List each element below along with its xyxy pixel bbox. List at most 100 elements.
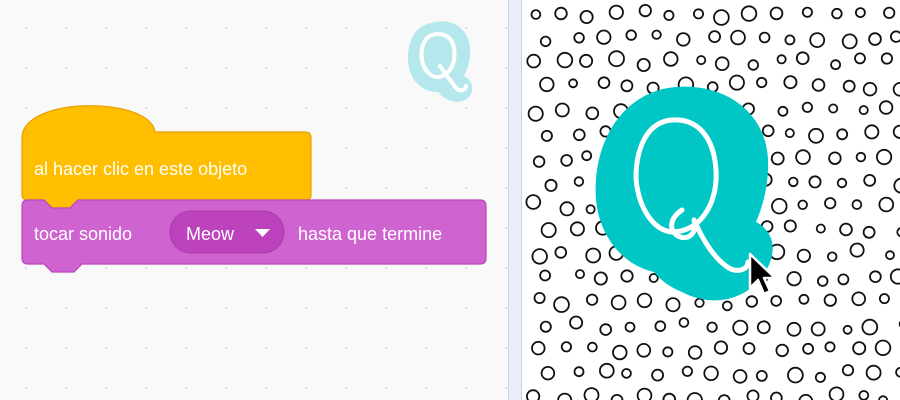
backdrop-dot (883, 6, 896, 19)
backdrop-dot (608, 50, 625, 68)
backdrop-dot (585, 106, 600, 121)
backdrop-dot (770, 391, 783, 400)
stage[interactable] (522, 0, 900, 400)
backdrop-dot (730, 29, 746, 46)
backdrop-dot (681, 365, 693, 377)
backdrop-dot (851, 291, 867, 307)
backdrop-dot (817, 275, 829, 287)
backdrop-dot (581, 150, 593, 162)
backdrop-dot (539, 35, 552, 48)
backdrop-dot (890, 30, 900, 43)
backdrop-dot (654, 320, 667, 333)
backdrop-dot (687, 345, 703, 360)
backdrop-dot (771, 197, 788, 215)
backdrop-dot (608, 4, 624, 20)
backdrop-dot (531, 341, 546, 356)
backdrop-dot (815, 223, 826, 234)
backdrop-dot (526, 389, 541, 400)
backdrop-dot (878, 395, 889, 400)
backdrop-dot (651, 29, 662, 40)
backdrop-dot (620, 79, 634, 93)
play-sound-until-done-block[interactable]: tocar sonido Meow hasta que termine (21, 199, 487, 273)
backdrop-dot (836, 128, 849, 141)
backdrop-dot (554, 102, 570, 118)
backdrop-dot (593, 271, 608, 286)
backdrop-dot (889, 268, 900, 285)
arrow-pointer-icon (748, 252, 777, 296)
backdrop-dot (878, 196, 895, 213)
sound-dropdown[interactable]: Meow (169, 210, 285, 254)
backdrop-dot (732, 319, 749, 336)
backdrop-dot (610, 394, 624, 400)
backdrop-dot (621, 368, 632, 379)
backdrop-dot (761, 124, 775, 138)
backdrop-dot (703, 365, 719, 382)
backdrop-dot (828, 386, 845, 400)
backdrop-dot (573, 176, 585, 187)
backdrop-dot (839, 222, 853, 237)
backdrop-dot (575, 269, 586, 280)
backdrop-dot (706, 321, 718, 333)
backdrop-dot (788, 176, 799, 188)
backdrop-dot (755, 369, 768, 382)
backdrop-dot (798, 394, 814, 400)
backdrop-dot (636, 58, 651, 73)
backdrop-dot (539, 320, 552, 333)
backdrop-dot (854, 52, 866, 65)
backdrop-dot (532, 155, 546, 168)
backdrop-dot (651, 368, 665, 382)
backdrop-dot (786, 271, 802, 287)
backdrop-dot (811, 78, 826, 92)
backdrop-dot (568, 78, 578, 89)
pane-divider[interactable] (508, 0, 522, 400)
backdrop-dot (855, 151, 867, 163)
backdrop-dot (556, 51, 574, 69)
backdrop-dot (851, 199, 863, 210)
backdrop-dot (742, 342, 756, 355)
backdrop-dot (776, 54, 787, 65)
backdrop-dot (885, 250, 895, 261)
backdrop-dot (787, 366, 804, 384)
stage-canvas (525, 4, 900, 400)
backdrop-dot (801, 6, 813, 18)
backdrop-dot (573, 32, 585, 44)
backdrop-dot (610, 294, 627, 311)
backdrop-dot (828, 151, 842, 165)
backdrop-dot (795, 51, 810, 65)
backdrop-dot (756, 76, 768, 89)
backdrop-dot (526, 53, 541, 69)
backdrop-dot (837, 273, 850, 286)
backdrop-dot (895, 366, 900, 378)
code-area[interactable]: al hacer clic en este objeto tocar sonid… (0, 0, 508, 400)
backdrop-dot (560, 341, 573, 353)
backdrop-dot (530, 9, 542, 20)
hat-block-when-sprite-clicked[interactable]: al hacer clic en este objeto (21, 105, 312, 209)
backdrop-dot (802, 342, 815, 355)
backdrop-dot (539, 269, 552, 282)
backdrop-dot (865, 364, 882, 381)
backdrop-dot (624, 321, 636, 333)
backdrop-dot (663, 9, 675, 21)
backdrop-dot (713, 340, 729, 355)
backdrop-dot (858, 105, 869, 116)
backdrop-dot (797, 199, 808, 211)
backdrop-dot (809, 32, 826, 48)
backdrop-dot (597, 76, 611, 89)
backdrop-dot (823, 293, 837, 307)
backdrop-dot (612, 344, 628, 361)
backdrop-dot (708, 30, 722, 43)
backdrop-dot (636, 342, 652, 358)
backdrop-dot (858, 390, 870, 400)
backdrop-dot (692, 8, 704, 20)
backdrop-dot (599, 323, 612, 336)
backdrop-dot (869, 270, 882, 284)
backdrop-dot (875, 148, 893, 166)
backdrop-dot (783, 75, 798, 90)
backdrop-dot (686, 392, 703, 400)
backdrop-dot (596, 29, 612, 45)
backdrop-dot (769, 6, 784, 21)
backdrop-dot (801, 101, 813, 113)
backdrop-dot (663, 51, 679, 67)
backdrop-dot (696, 55, 707, 66)
sound-block-suffix: hasta que termine (298, 224, 442, 244)
